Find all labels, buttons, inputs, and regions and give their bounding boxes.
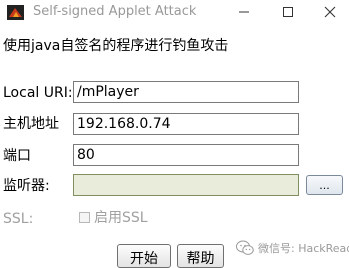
port-input[interactable] bbox=[73, 144, 299, 166]
listener-label: 监听器: bbox=[3, 178, 50, 194]
dialog-description: 使用java自签名的程序进行钓鱼攻击 bbox=[3, 38, 229, 54]
wechat-icon bbox=[236, 240, 254, 255]
maximize-icon bbox=[283, 7, 293, 17]
window-title: Self-signed Applet Attack bbox=[33, 4, 197, 19]
watermark: 微信号: HackRead bbox=[236, 239, 349, 257]
watermark-text: 微信号: HackRead bbox=[258, 242, 349, 255]
local-uri-input[interactable] bbox=[73, 81, 299, 103]
host-label: 主机地址 bbox=[3, 116, 59, 132]
close-icon bbox=[324, 6, 336, 18]
host-input[interactable] bbox=[73, 113, 299, 135]
ssl-checkbox-label: 启用SSL bbox=[94, 210, 148, 226]
listener-browse-button[interactable]: ... bbox=[306, 175, 343, 195]
local-uri-label: Local URI: bbox=[3, 85, 73, 101]
ssl-label: SSL: bbox=[3, 211, 34, 227]
minimize-button[interactable] bbox=[232, 1, 256, 23]
start-button[interactable]: 开始 bbox=[117, 244, 171, 268]
maximize-button[interactable] bbox=[276, 1, 300, 23]
minimize-icon bbox=[239, 11, 249, 13]
title-bar: Self-signed Applet Attack bbox=[0, 0, 349, 26]
port-label: 端口 bbox=[3, 148, 31, 164]
app-icon bbox=[7, 5, 24, 20]
listener-input[interactable] bbox=[73, 174, 299, 196]
close-button[interactable] bbox=[318, 1, 342, 23]
ssl-checkbox[interactable] bbox=[79, 212, 90, 223]
help-button[interactable]: 帮助 bbox=[177, 244, 224, 268]
